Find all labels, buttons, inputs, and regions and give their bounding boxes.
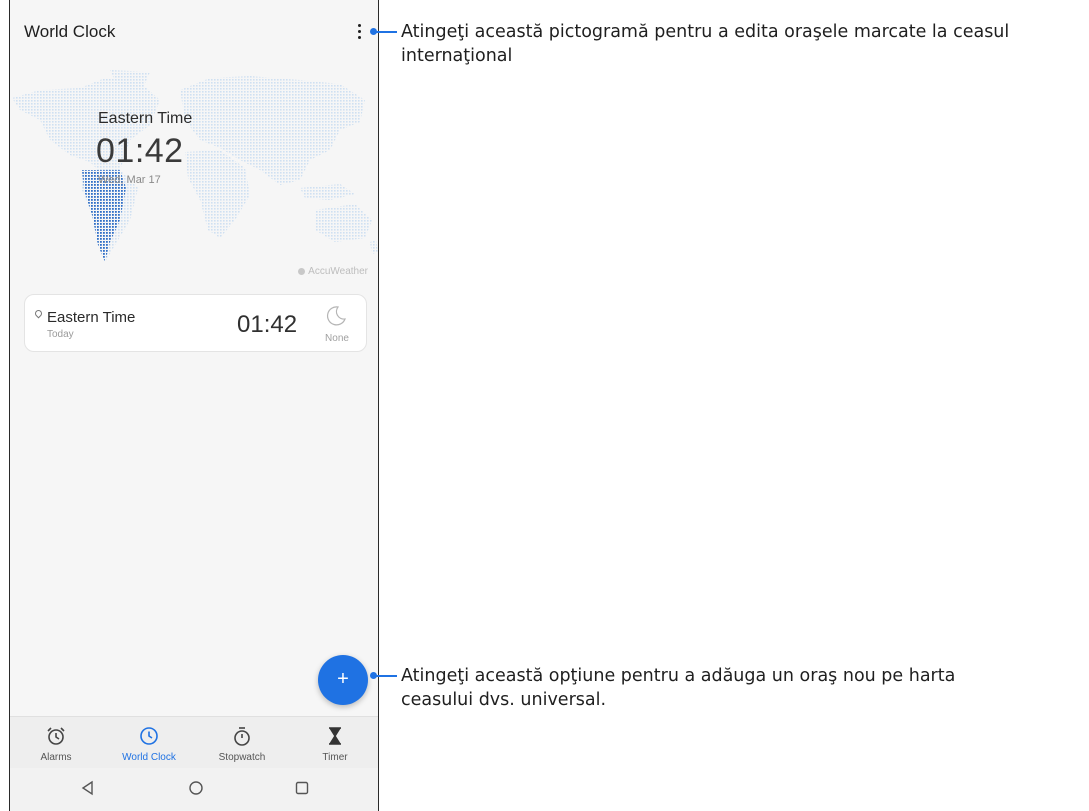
tab-timer[interactable]: Timer: [300, 725, 370, 763]
world-map-dots: [12, 70, 378, 262]
app-bar: World Clock: [10, 0, 378, 62]
world-map[interactable]: Eastern Time 01:42 Wed, Mar 17 AccuWeath…: [10, 70, 378, 280]
tab-alarms[interactable]: Alarms: [21, 725, 91, 763]
clock-card-day: Today: [47, 329, 74, 340]
tab-alarms-label: Alarms: [40, 752, 72, 763]
bottom-navigation: Alarms World Clock Stopwatch Timer: [10, 716, 378, 769]
tab-stopwatch[interactable]: Stopwatch: [207, 725, 277, 763]
callout-add-line: [375, 675, 397, 677]
back-icon[interactable]: [80, 780, 96, 796]
clock-card-city: Eastern Time: [47, 309, 136, 326]
accuweather-attribution[interactable]: AccuWeather: [298, 266, 368, 277]
location-pin-icon: [33, 308, 44, 319]
clock-card-weather: None: [325, 333, 349, 344]
map-date: Wed, Mar 17: [98, 174, 161, 186]
phone-screen: World Clock Eastern Time 01:42 Wed, Mar …: [9, 0, 379, 811]
moon-icon: [327, 306, 346, 326]
plus-icon: +: [337, 668, 349, 690]
hourglass-icon: [329, 727, 341, 745]
clock-card[interactable]: Eastern Time Today 01:42 None: [24, 294, 367, 352]
clock-card-time: 01:42: [237, 311, 298, 338]
page-title: World Clock: [24, 22, 116, 41]
recents-icon[interactable]: [294, 780, 310, 796]
more-options-button[interactable]: [348, 18, 370, 46]
callout-add-text: Atingeţi această opţiune pentru a adăuga…: [401, 666, 956, 710]
add-city-button[interactable]: +: [318, 655, 368, 705]
alarm-icon: [47, 727, 65, 745]
callout-menu-text: Atingeţi această pictogramă pentru a edi…: [401, 22, 1010, 66]
system-navigation-bar: [10, 768, 378, 811]
tab-world-clock-label: World Clock: [122, 752, 176, 763]
tab-world-clock[interactable]: World Clock: [114, 725, 184, 763]
tab-stopwatch-label: Stopwatch: [218, 752, 266, 763]
more-vert-icon: [358, 24, 361, 27]
clock-icon: [140, 727, 158, 745]
stopwatch-icon: [234, 727, 250, 746]
accuweather-logo-icon: [298, 268, 306, 275]
tab-timer-label: Timer: [322, 752, 348, 763]
home-icon[interactable]: [188, 780, 204, 796]
map-time-zone: Eastern Time: [98, 110, 193, 127]
callout-menu-line: [375, 31, 397, 33]
map-time: 01:42: [96, 132, 184, 170]
